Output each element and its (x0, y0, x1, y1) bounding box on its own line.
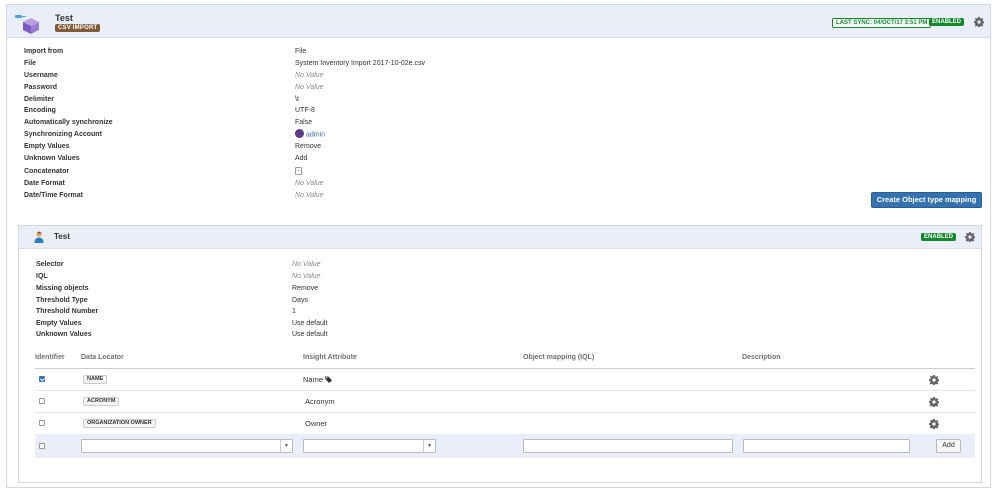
identifier-checkbox[interactable] (39, 443, 45, 449)
identifier-checkbox[interactable] (39, 376, 45, 382)
column-header-identifier: Identifier (35, 354, 65, 361)
column-header-data-locator: Data Locator (81, 354, 124, 361)
object-mapping-iql-input[interactable] (523, 439, 733, 453)
import-panel: Test CSV IMPORT LAST SYNC: 04/OCT/17 3:5… (6, 4, 991, 488)
config-label: Threshold Number (36, 308, 99, 315)
config-label: File (24, 60, 37, 67)
insight-attribute-select[interactable]: ▼ (303, 439, 436, 453)
new-mapping-row: ▼ ▼ Add (35, 434, 975, 458)
config-label: Date Format (24, 180, 65, 187)
insight-attribute-label: Acronym (305, 397, 335, 406)
config-label: Date/Time Format (24, 192, 83, 199)
config-label: Encoding (24, 107, 56, 114)
config-value: System Inventory Import 2017-10-02e.csv (295, 60, 425, 67)
import-box-icon (15, 15, 39, 34)
gear-icon[interactable] (929, 419, 939, 429)
config-value: No Value (295, 84, 324, 91)
config-value: Days (292, 297, 308, 304)
status-badge: ENABLED (929, 18, 965, 26)
insight-attribute-label: Name (303, 375, 324, 384)
mapping-panel: Test ENABLED Selector No Value IQL No Va… (18, 225, 982, 483)
person-icon (34, 231, 44, 243)
config-value: - (295, 167, 302, 175)
tag-icon (325, 376, 333, 383)
concatenator-value: - (295, 167, 302, 175)
row-divider (35, 412, 975, 413)
config-value: Add (295, 155, 308, 162)
insight-attribute-label: Owner (305, 419, 328, 428)
config-value: No Value (295, 72, 324, 79)
config-label: Missing objects (36, 285, 89, 292)
config-label: Unknown Values (36, 331, 92, 338)
description-input[interactable] (743, 439, 910, 453)
config-label: Concatenator (24, 168, 70, 175)
data-locator-badge: ORGANIZATION OWNER (83, 419, 156, 428)
config-value: Remove (292, 285, 319, 292)
config-value: UTF-8 (295, 107, 315, 114)
config-label: Threshold Type (36, 297, 88, 304)
data-locator-badge: ACRONYM (83, 397, 120, 406)
gear-icon[interactable] (965, 232, 975, 242)
config-label: Password (24, 84, 58, 91)
insight-attribute: Name (303, 375, 333, 384)
import-header: Test CSV IMPORT LAST SYNC: 04/OCT/17 3:5… (7, 5, 990, 38)
config-value: No Value (295, 192, 324, 199)
config-label: Unknown Values (24, 155, 80, 162)
mapping-status-badge: ENABLED (921, 233, 957, 241)
create-object-type-mapping-button[interactable]: Create Object type mapping (871, 192, 982, 208)
config-value: Remove (295, 143, 322, 150)
import-type-badge: CSV IMPORT (55, 24, 101, 32)
chevron-down-icon: ▼ (423, 440, 435, 452)
config-value: No Value (295, 180, 324, 187)
config-value: 1 (292, 308, 296, 315)
config-value: No Value (292, 261, 321, 268)
column-header-insight-attribute: Insight Attribute (303, 354, 357, 361)
config-value: Use default (292, 331, 328, 338)
config-value: \t (295, 96, 299, 103)
config-label: Empty Values (36, 320, 82, 327)
column-header-description: Description (742, 354, 781, 361)
add-button[interactable]: Add (936, 439, 961, 453)
column-header-object-mapping: Object mapping (IQL) (523, 354, 595, 361)
config-value: No Value (292, 273, 321, 280)
config-value: File (295, 48, 307, 55)
import-title: Test (55, 13, 73, 23)
config-label: Synchronizing Account (24, 131, 102, 138)
gear-icon[interactable] (929, 397, 939, 407)
table-divider (35, 368, 975, 369)
config-label: Import from (24, 48, 64, 55)
identifier-checkbox[interactable] (39, 398, 45, 404)
config-label: Username (24, 72, 58, 79)
config-label: Delimiter (24, 96, 54, 103)
admin-link[interactable]: admin (306, 131, 325, 138)
gear-icon[interactable] (974, 17, 984, 27)
data-locator-select[interactable]: ▼ (81, 439, 293, 453)
last-sync-badge: LAST SYNC: 04/OCT/17 3:51 PM (832, 18, 932, 28)
identifier-checkbox[interactable] (39, 420, 45, 426)
config-value: False (295, 119, 313, 126)
config-label: IQL (36, 273, 48, 280)
row-divider (35, 390, 975, 391)
config-value: Use default (292, 320, 328, 327)
avatar-icon (295, 129, 304, 138)
chevron-down-icon: ▼ (280, 440, 292, 452)
config-label: Selector (36, 261, 64, 268)
sync-account-value: admin (295, 129, 325, 139)
data-locator-badge: NAME (83, 375, 108, 384)
config-label: Automatically synchronize (24, 119, 113, 126)
mapping-title: Test (54, 232, 70, 241)
mapping-header: Test ENABLED (19, 226, 981, 249)
gear-icon[interactable] (929, 375, 939, 385)
config-label: Empty Values (24, 143, 70, 150)
